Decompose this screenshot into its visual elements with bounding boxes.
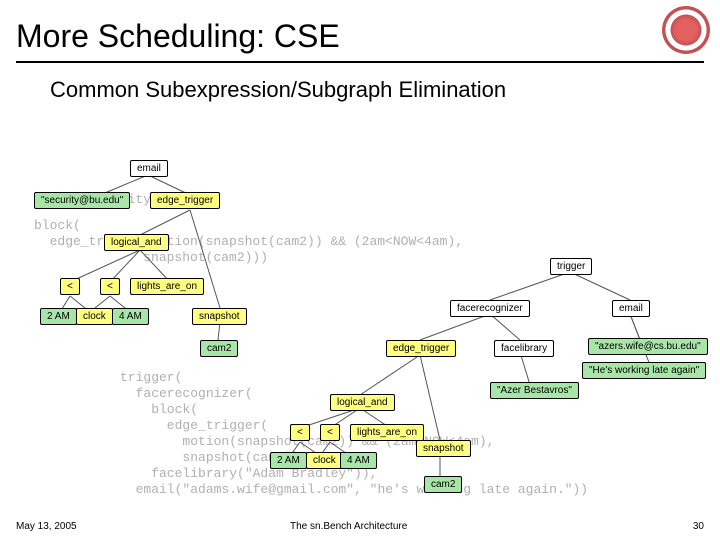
node-lt2-a: < — [100, 278, 120, 295]
node-lights-a: lights_are_on — [130, 278, 204, 295]
node-snapshot-a: snapshot — [192, 308, 247, 325]
code-b-line1: trigger( — [120, 370, 182, 385]
node-lt2-b: < — [320, 424, 340, 441]
code-a-line2: block( — [34, 218, 81, 233]
node-edge-trigger-a: edge_trigger — [150, 192, 220, 209]
node-azer: "Azer Bestavros" — [490, 382, 579, 399]
node-clock-b: clock — [306, 452, 343, 469]
code-b-line3: block( — [120, 402, 198, 417]
node-facerecognizer: facerecognizer — [450, 300, 530, 317]
node-email-b: email — [612, 300, 650, 317]
node-security-addr: "security@bu.edu" — [34, 192, 130, 209]
footer-title: The sn.Bench Architecture — [290, 521, 407, 532]
node-snapshot-b: snapshot — [416, 440, 471, 457]
code-b-line2: facerecognizer( — [120, 386, 253, 401]
node-lt1-b: < — [290, 424, 310, 441]
node-clock-a: clock — [76, 308, 113, 325]
logo-badge — [662, 6, 710, 54]
node-logical-and-a: logical_and — [104, 234, 169, 251]
node-lights-b: lights_are_on — [350, 424, 424, 441]
node-2am-a: 2 AM — [40, 308, 77, 325]
code-a-line3: edge_trigger(motion(snapshot(cam2)) && (… — [34, 234, 463, 249]
node-4am-b: 4 AM — [340, 452, 377, 469]
node-cam2-b: cam2 — [424, 476, 462, 493]
node-cam2-a: cam2 — [200, 340, 238, 357]
code-b-line4: edge_trigger( — [120, 418, 268, 433]
node-wife-addr: "azers.wife@cs.bu.edu" — [588, 338, 708, 355]
node-email-a: email — [130, 160, 168, 177]
code-b-line8: email("adams.wife@gmail.com", "he's work… — [120, 482, 588, 497]
node-trigger: trigger — [550, 258, 592, 275]
node-msg: "He's working late again" — [582, 362, 706, 379]
node-lt1-a: < — [60, 278, 80, 295]
node-logical-and-b: logical_and — [330, 394, 395, 411]
node-facelibrary: facelibrary — [494, 340, 554, 357]
node-4am-a: 4 AM — [112, 308, 149, 325]
node-edge-trigger-b: edge_trigger — [386, 340, 456, 357]
footer-page: 30 — [693, 521, 704, 532]
node-2am-b: 2 AM — [270, 452, 307, 469]
slide-title: More Scheduling: CSE — [0, 0, 720, 61]
code-a-line4: snapshot(cam2))) — [34, 250, 268, 265]
slide-subtitle: Common Subexpression/Subgraph Eliminatio… — [0, 63, 720, 111]
footer-date: May 13, 2005 — [16, 521, 77, 532]
